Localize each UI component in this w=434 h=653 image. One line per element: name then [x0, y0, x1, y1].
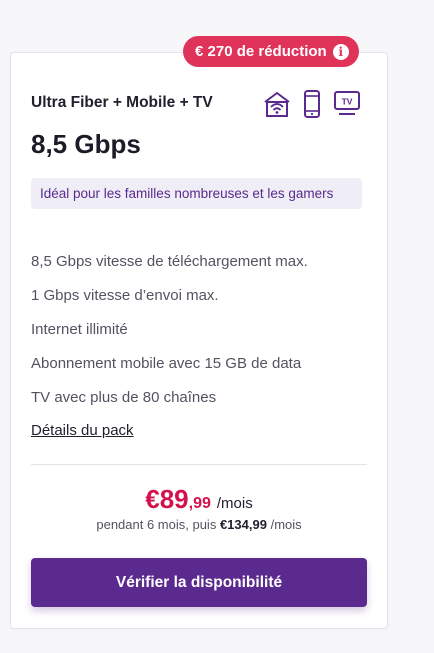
- price-subtext-prefix: pendant 6 mois, puis: [96, 517, 217, 532]
- divider: [31, 464, 367, 465]
- plan-icons: TV: [262, 89, 362, 119]
- tv-icon-text: TV: [342, 97, 353, 107]
- regular-price-unit: /mois: [270, 517, 302, 532]
- price-amount: €89: [145, 484, 189, 514]
- feature-item: 8,5 Gbps vitesse de téléchargement max.: [31, 253, 308, 270]
- feature-item: Abonnement mobile avec 15 GB de data: [31, 355, 302, 372]
- price-cents: ,99: [188, 495, 211, 512]
- price: €89 ,99 /mois: [0, 484, 398, 515]
- wifi-router-icon: [264, 92, 290, 117]
- mobile-phone-icon: [304, 90, 320, 118]
- plan-speed: 8,5 Gbps: [31, 129, 141, 159]
- feature-item: 1 Gbps vitesse d’envoi max.: [31, 287, 219, 304]
- discount-badge: € 270 de réduction i: [183, 36, 359, 67]
- pack-details-link[interactable]: Détails du pack: [31, 422, 134, 439]
- feature-item: Internet illimité: [31, 321, 128, 338]
- tv-icon: TV: [334, 91, 360, 115]
- feature-list: 8,5 Gbps vitesse de téléchargement max. …: [31, 252, 308, 422]
- check-availability-button[interactable]: Vérifier la disponibilité: [31, 558, 367, 607]
- info-icon[interactable]: i: [332, 43, 349, 60]
- plan-tagline: Idéal pour les familles nombreuses et le…: [31, 178, 362, 209]
- discount-badge-label: € 270 de réduction: [195, 43, 327, 60]
- regular-price: €134,99: [219, 517, 267, 532]
- price-unit: /mois: [216, 495, 253, 512]
- price-subtext: pendant 6 mois, puis €134,99 /mois: [0, 517, 398, 532]
- feature-item: TV avec plus de 80 chaînes: [31, 389, 217, 406]
- plan-title: Ultra Fiber + Mobile + TV: [31, 94, 213, 111]
